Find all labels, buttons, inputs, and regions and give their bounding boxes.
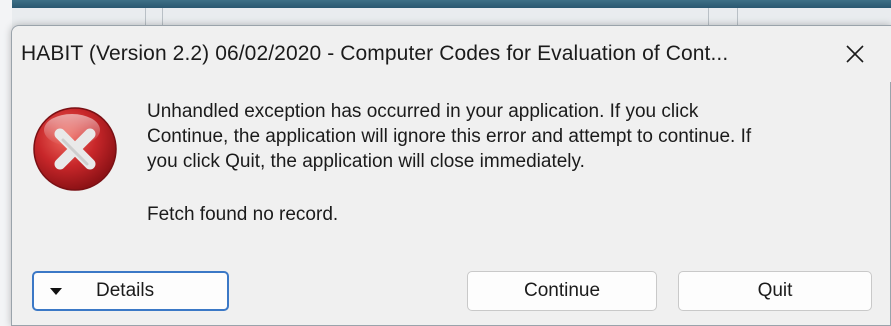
- dialog-titlebar[interactable]: HABIT (Version 2.2) 06/02/2020 - Compute…: [12, 26, 891, 82]
- close-icon: [846, 45, 864, 63]
- quit-button-label: Quit: [757, 280, 793, 301]
- error-message-line: you click Quit, the application will clo…: [147, 151, 585, 172]
- dialog-title: HABIT (Version 2.2) 06/02/2020 - Compute…: [21, 42, 729, 65]
- quit-button[interactable]: Quit: [678, 271, 872, 311]
- details-button-label: Details: [96, 280, 155, 301]
- background-window-titlebar: [0, 0, 891, 8]
- error-dialog: HABIT (Version 2.2) 06/02/2020 - Compute…: [11, 25, 891, 326]
- error-detail: Fetch found no record.: [147, 204, 339, 225]
- close-button[interactable]: [832, 34, 878, 74]
- continue-button-label: Continue: [523, 280, 601, 301]
- error-message-line: Continue, the application will ignore th…: [147, 126, 752, 147]
- error-message-line: Unhandled exception has occurred in your…: [147, 101, 699, 122]
- error-message: Unhandled exception has occurred in your…: [147, 99, 847, 174]
- error-icon: [33, 107, 117, 191]
- continue-button[interactable]: Continue: [467, 271, 657, 311]
- chevron-down-icon: [50, 287, 62, 295]
- details-button[interactable]: Details: [32, 271, 229, 311]
